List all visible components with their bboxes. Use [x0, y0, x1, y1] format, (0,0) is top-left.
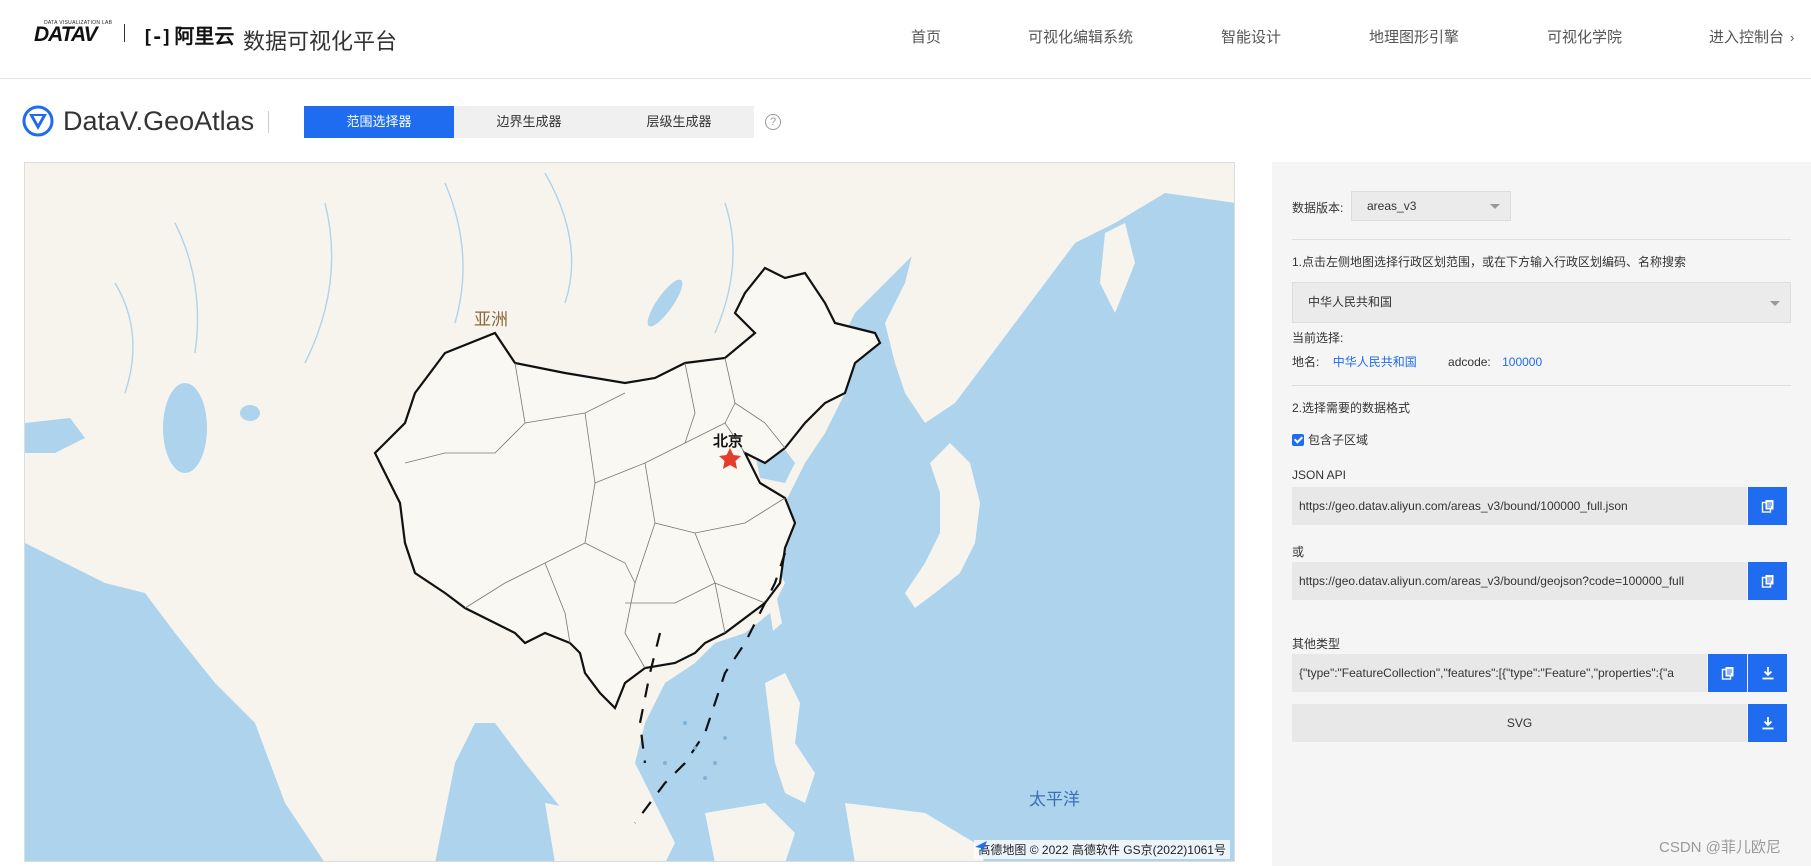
panel-divider: [1292, 385, 1791, 386]
place-name-row: 地名: 中华人民共和国 adcode: 100000: [1292, 353, 1542, 370]
chevron-down-icon: [1770, 300, 1780, 306]
json-api-label: JSON API: [1292, 468, 1347, 482]
include-subregion-checkbox[interactable]: 包含子区域: [1292, 431, 1368, 448]
settings-panel: 数据版本: areas_v3 1.点击左侧地图选择行政区划范围，或在下方输入行政…: [1272, 162, 1811, 866]
nav-item-smart-design[interactable]: 智能设计: [1221, 26, 1281, 47]
data-version-value: areas_v3: [1367, 199, 1417, 213]
map-label-pacific: 太平洋: [1029, 790, 1080, 809]
download-icon: [1762, 717, 1773, 730]
chevron-right-icon: ›: [1790, 30, 1795, 45]
taiwan-landmass: [769, 599, 782, 631]
map-attribution-text: 高德地图 © 2022 高德软件 GS京(2022)1061号: [978, 843, 1226, 857]
tab-range-selector[interactable]: 范围选择器: [304, 106, 454, 138]
svg-format-row: SVG: [1292, 704, 1747, 742]
place-name-value[interactable]: 中华人民共和国: [1333, 355, 1417, 369]
download-geojson-button[interactable]: [1748, 654, 1787, 692]
japan-landmass: [905, 443, 980, 608]
main-nav: 首页 可视化编辑系统 智能设计 地理图形引擎 可视化学院 进入控制台 ›: [0, 26, 1811, 50]
top-navbar: DATA VISUALIZATION LAB DATAV [-] 阿里云 数据可视…: [0, 0, 1811, 79]
map-label-beijing: 北京: [713, 433, 744, 450]
step2-instruction: 2.选择需要的数据格式: [1292, 401, 1411, 415]
checkbox-checked-icon[interactable]: [1292, 434, 1304, 446]
map-label-asia: 亚洲: [474, 310, 508, 329]
help-icon[interactable]: ?: [765, 114, 781, 130]
copy-icon: [1761, 500, 1773, 513]
nav-console-label: 进入控制台: [1709, 29, 1785, 46]
caspian-sea: [163, 383, 207, 473]
or-label: 或: [1292, 545, 1305, 559]
copy-geojson-content-button[interactable]: [1708, 654, 1747, 692]
place-name-label: 地名:: [1292, 355, 1320, 369]
nav-item-editor[interactable]: 可视化编辑系统: [1028, 26, 1133, 47]
region-search-select[interactable]: 中华人民共和国: [1292, 282, 1791, 323]
nav-item-academy[interactable]: 可视化学院: [1547, 26, 1622, 47]
data-version-label: 数据版本:: [1292, 201, 1344, 215]
nav-item-geo-engine[interactable]: 地理图形引擎: [1369, 26, 1459, 47]
app-title-divider: [268, 111, 269, 133]
nav-item-console[interactable]: 进入控制台 ›: [1709, 26, 1794, 47]
aral-sea: [240, 405, 260, 421]
other-types-label: 其他类型: [1292, 637, 1341, 651]
tab-boundary-generator[interactable]: 边界生成器: [454, 106, 604, 138]
geojson-content-field[interactable]: {"type":"FeatureCollection","features":[…: [1292, 654, 1707, 692]
map-view[interactable]: 亚洲 北京 太平洋 高德地图 © 2022 高德软件 GS京(2022)1061…: [24, 162, 1235, 862]
download-icon: [1762, 667, 1773, 680]
adcode-label: adcode:: [1448, 355, 1491, 369]
ne-asia-landmass: [885, 163, 1234, 423]
south-sea-islands: [663, 721, 727, 780]
geoatlas-logo-icon: [22, 105, 54, 137]
map-canvas: [25, 163, 1234, 861]
csdn-watermark: CSDN @菲儿欧尼: [1659, 839, 1781, 856]
tab-level-generator[interactable]: 层级生成器: [604, 106, 754, 138]
copy-icon: [1721, 667, 1733, 680]
map-attribution: 高德地图 © 2022 高德软件 GS京(2022)1061号: [974, 840, 1230, 859]
geojson-url-field[interactable]: https://geo.datav.aliyun.com/areas_v3/bo…: [1292, 562, 1747, 600]
amap-logo-icon: [975, 841, 988, 853]
panel-divider: [1292, 239, 1791, 240]
app-title: DataV.GeoAtlas: [63, 106, 255, 136]
download-svg-button[interactable]: [1748, 704, 1787, 742]
data-version-select[interactable]: areas_v3: [1351, 191, 1511, 221]
region-select-value: 中华人民共和国: [1308, 295, 1393, 309]
tool-tabs: 范围选择器 边界生成器 层级生成器: [304, 106, 754, 138]
copy-geojson-button[interactable]: [1748, 562, 1787, 600]
step1-instruction: 1.点击左侧地图选择行政区划范围，或在下方输入行政区划编码、名称搜索: [1292, 255, 1687, 269]
adcode-value[interactable]: 100000: [1502, 355, 1542, 369]
copy-json-api-button[interactable]: [1748, 487, 1787, 525]
include-subregion-label: 包含子区域: [1308, 433, 1369, 447]
json-api-url-field[interactable]: https://geo.datav.aliyun.com/areas_v3/bo…: [1292, 487, 1747, 525]
current-selection-label: 当前选择:: [1292, 331, 1344, 345]
philippines-landmass: [765, 673, 815, 803]
kamchatka-landmass: [1100, 223, 1135, 313]
nav-item-home[interactable]: 首页: [911, 26, 941, 47]
chevron-down-icon: [1490, 204, 1500, 209]
copy-icon: [1761, 575, 1773, 588]
